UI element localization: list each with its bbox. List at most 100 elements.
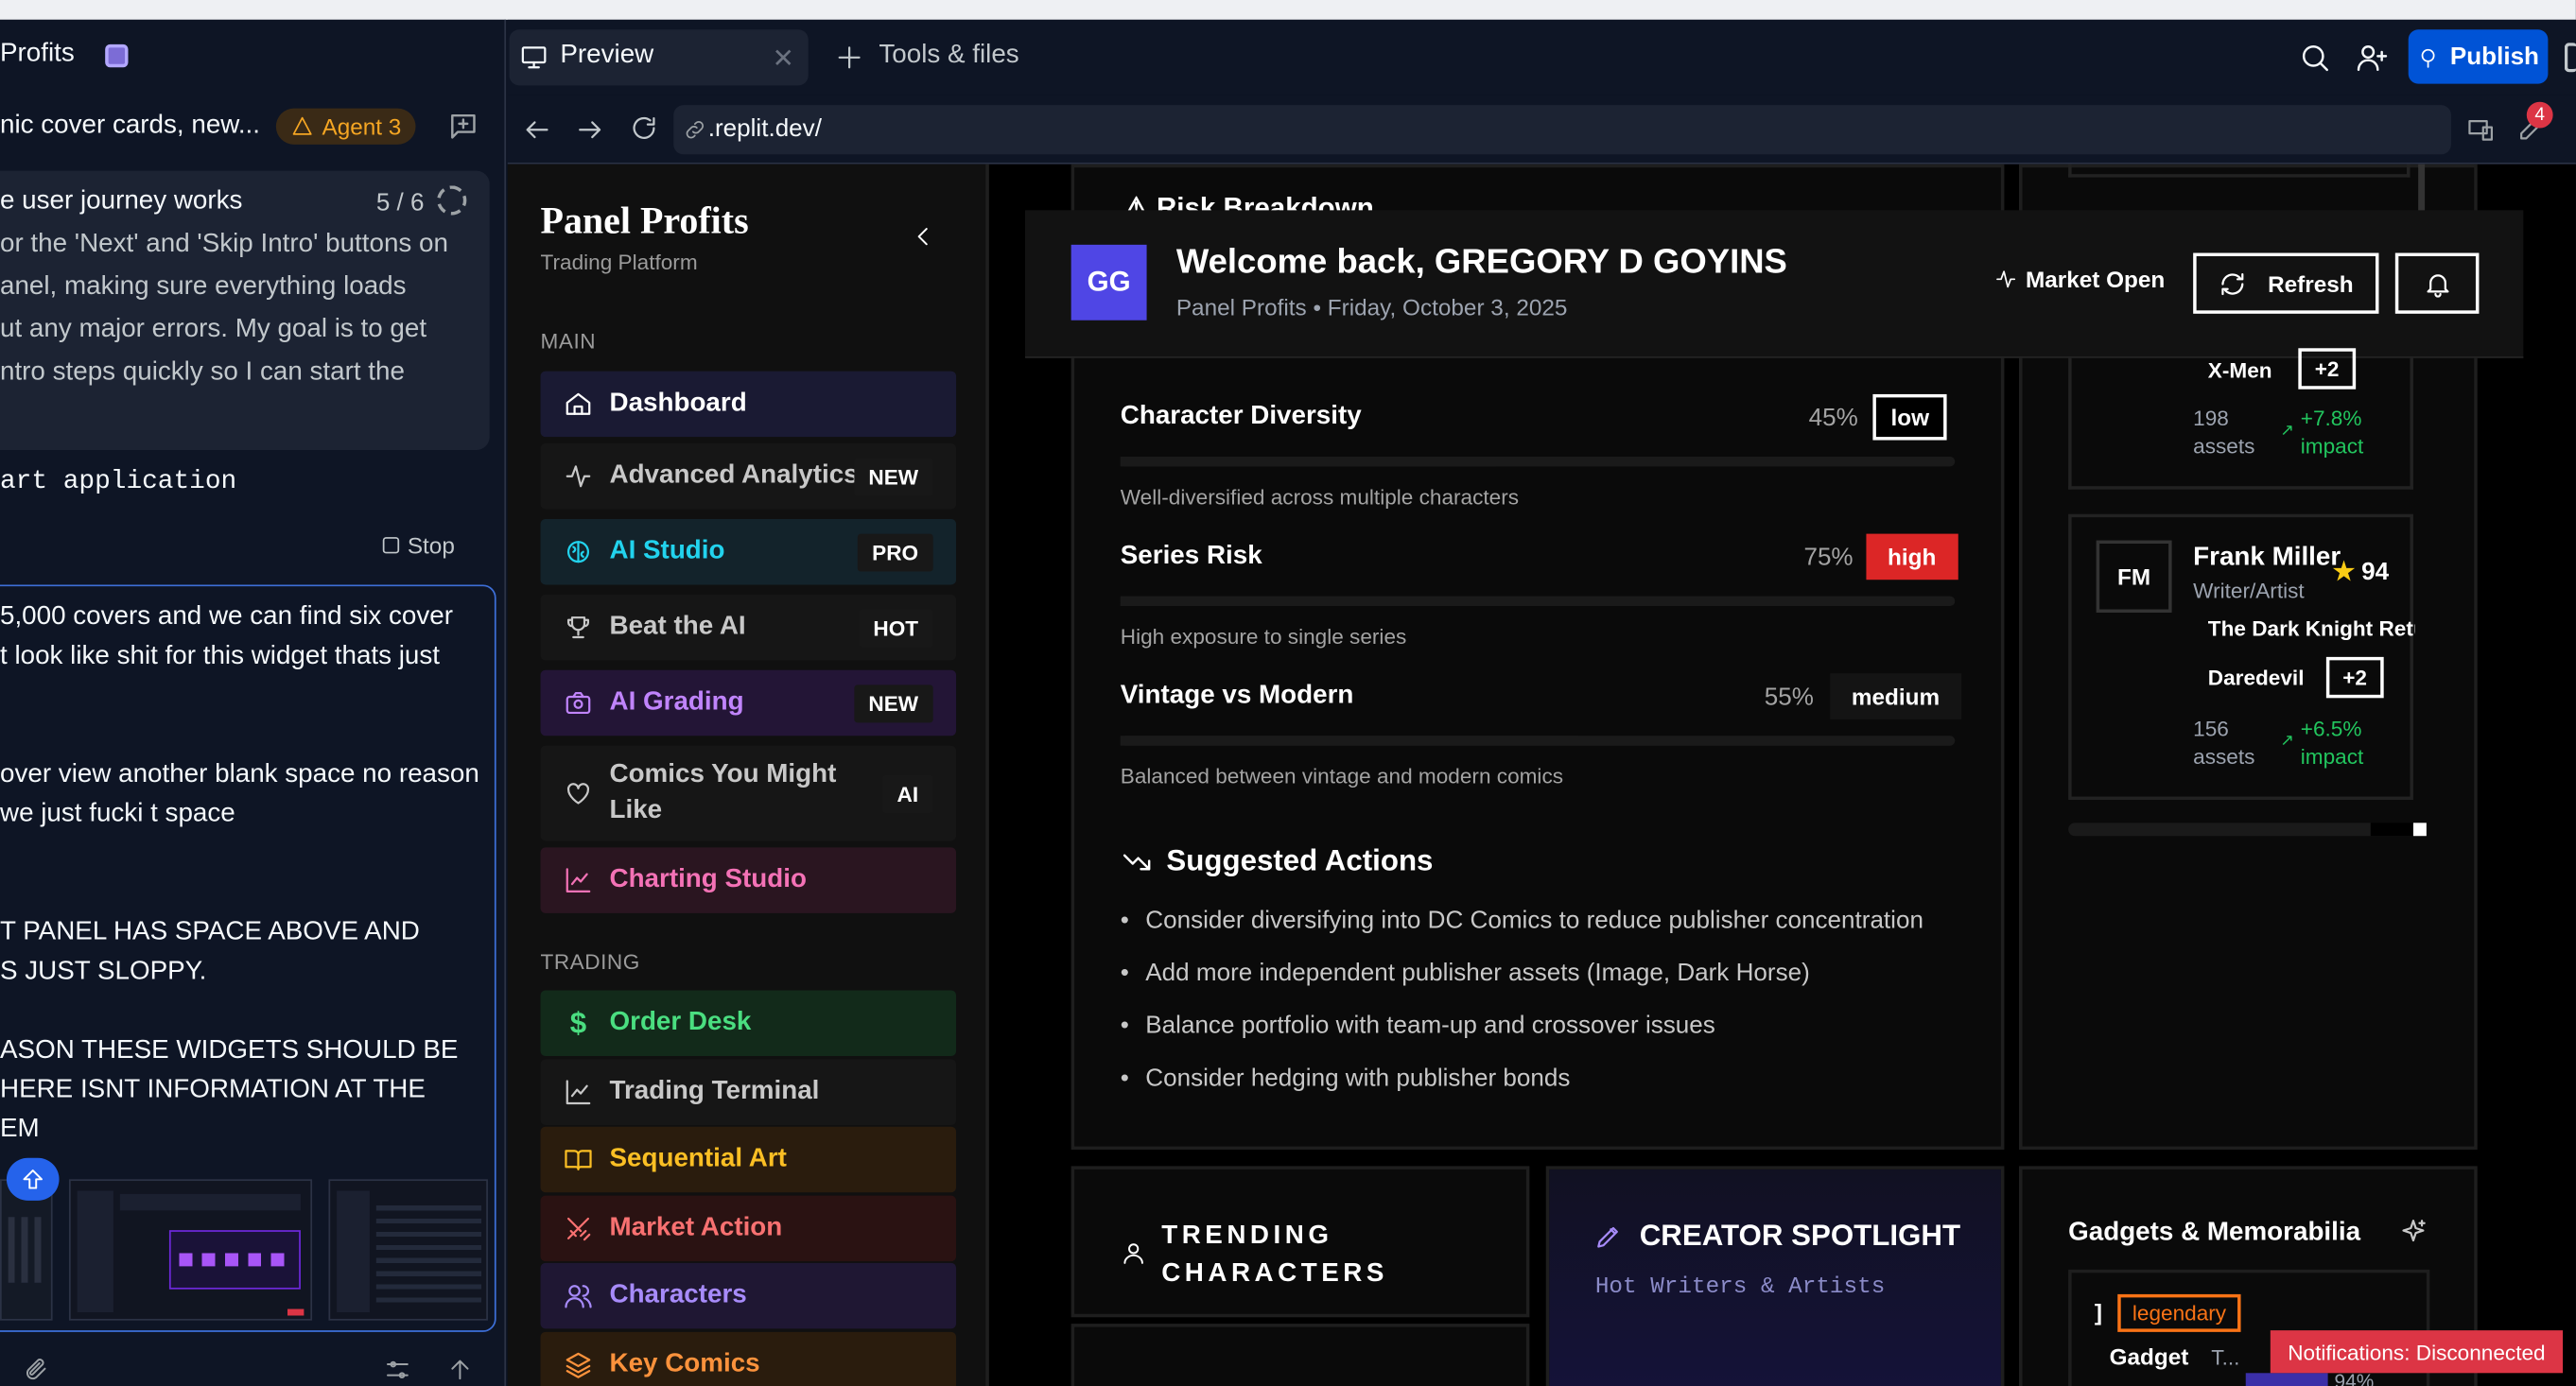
- collapse-sidebar-icon[interactable]: [910, 223, 936, 250]
- refresh-button[interactable]: Refresh: [2193, 252, 2379, 314]
- back-arrow-icon[interactable]: [522, 115, 551, 145]
- trend-up-icon: ↗: [2280, 422, 2294, 441]
- creator-score: ★ 94: [2333, 557, 2389, 586]
- sidebar-item-sequential-art[interactable]: Sequential Art: [540, 1126, 957, 1193]
- sidebar-item-comics-you-might-like[interactable]: Comics You Might Like AI: [540, 745, 957, 841]
- sidebar-item-ai-grading[interactable]: AI Grading NEW: [540, 669, 957, 736]
- attachment-thumbnail[interactable]: [68, 1179, 313, 1321]
- sidebar-item-ai-studio[interactable]: AI Studio PRO: [540, 518, 957, 585]
- sidebar-item-characters[interactable]: Characters: [540, 1262, 957, 1329]
- sidebar-item-label: Order Desk: [609, 1008, 752, 1037]
- sidebar-item-label: Advanced Analytics: [609, 461, 859, 490]
- close-tab-icon[interactable]: ✕: [772, 43, 793, 76]
- suggested-actions-list: • Consider diversifying into DC Comics to…: [1121, 907, 1992, 1117]
- gadget-score-bar: [2245, 1373, 2328, 1386]
- input-line: [0, 874, 486, 913]
- swords-icon: [566, 1217, 591, 1241]
- responsive-icon[interactable]: [2466, 115, 2496, 145]
- impact-label: impact: [2300, 433, 2364, 459]
- camera-icon: [566, 691, 591, 715]
- creator-name: Frank Miller: [2193, 544, 2341, 572]
- assets-number: 198: [2193, 406, 2229, 431]
- heart-icon: [566, 783, 590, 805]
- tab-preview[interactable]: [509, 29, 809, 86]
- url-field[interactable]: [673, 105, 2451, 155]
- risk-level-badge: high: [1866, 533, 1958, 580]
- pro-badge: PRO: [857, 532, 933, 571]
- sidebar-item-dashboard[interactable]: Dashboard: [540, 371, 957, 438]
- sidebar-item-charting-studio[interactable]: Charting Studio: [540, 847, 957, 913]
- risk-progress-track: [1120, 456, 1956, 467]
- scroll-up-icon[interactable]: [6, 1157, 60, 1201]
- input-line: [0, 992, 486, 1031]
- gadgets-title: Gadgets & Memorabilia: [2068, 1219, 2361, 1247]
- stop-icon: [382, 537, 400, 554]
- attachment-thumbnail[interactable]: [328, 1179, 488, 1321]
- list-item: • Consider hedging with publisher bonds: [1121, 1065, 1992, 1117]
- input-line: S JUST SLOPPY.: [0, 957, 207, 986]
- stop-button[interactable]: Stop: [382, 532, 455, 559]
- sidebar-item-label: AI Grading: [609, 687, 744, 717]
- new-thread-icon[interactable]: [447, 110, 480, 143]
- impact-value: ↗ +6.5% impact: [2280, 715, 2363, 771]
- more-series-chip[interactable]: +2: [2325, 656, 2384, 699]
- book-icon: [565, 1150, 592, 1170]
- refresh-icon: [2222, 272, 2245, 295]
- sidebar-item-key-comics[interactable]: Key Comics: [540, 1331, 957, 1386]
- reload-icon[interactable]: [629, 113, 658, 143]
- project-icon[interactable]: [105, 43, 129, 68]
- sidebar-item-label: Comics You Might Like: [609, 760, 837, 825]
- scroll-track: [2418, 164, 2426, 214]
- action-text: Consider diversifying into DC Comics to …: [1145, 906, 1923, 935]
- sidebar-item-market-action[interactable]: Market Action: [540, 1195, 957, 1262]
- sidebar-item-trading-terminal[interactable]: Trading Terminal: [540, 1059, 957, 1125]
- sidebar-item-label: Charting Studio: [609, 865, 807, 894]
- search-icon[interactable]: [2298, 41, 2331, 74]
- series-chip[interactable]: Daredevil: [2195, 660, 2318, 694]
- publish-button[interactable]: Publish: [2408, 29, 2549, 84]
- settings-sliders-icon[interactable]: [385, 1357, 411, 1383]
- creator-avatar: FM: [2096, 540, 2172, 613]
- devtools-badge: 4: [2526, 101, 2553, 129]
- task-description: or the 'Next' and 'Skip Intro' buttons o…: [0, 223, 486, 394]
- avatar[interactable]: GG: [1070, 244, 1147, 321]
- send-arrow-icon[interactable]: [447, 1357, 474, 1383]
- series-chip[interactable]: X-Men: [2195, 353, 2286, 387]
- loading-spinner-icon: [437, 185, 467, 216]
- impact-value: ↗ +7.8% impact: [2280, 404, 2363, 459]
- sidebar-item-label: Trading Terminal: [609, 1077, 820, 1106]
- sidebar-item-order-desk[interactable]: $ Order Desk: [540, 990, 957, 1057]
- thread-title[interactable]: nic cover cards, new...: [0, 112, 260, 141]
- hot-badge: HOT: [858, 608, 933, 647]
- agent-badge[interactable]: Agent 3: [275, 108, 416, 145]
- sidebar-item-advanced-analytics[interactable]: Advanced Analytics NEW: [540, 443, 957, 510]
- sidebar-item-beat-the-ai[interactable]: Beat the AI HOT: [540, 594, 957, 661]
- invite-user-icon[interactable]: [2356, 41, 2389, 74]
- horizontal-scrollbar[interactable]: [2068, 823, 2427, 837]
- risk-name: Vintage vs Modern: [1120, 681, 1354, 710]
- tab-preview-label: Preview: [560, 41, 654, 69]
- attach-file-icon[interactable]: [23, 1357, 49, 1383]
- activity-icon: [1996, 270, 2016, 288]
- notifications-button[interactable]: [2394, 252, 2480, 314]
- line-chart-icon: [566, 868, 591, 892]
- new-badge: NEW: [853, 684, 933, 722]
- forward-arrow-icon[interactable]: [575, 115, 604, 145]
- sparkle-icon[interactable]: [2398, 1217, 2428, 1246]
- chat-input-text[interactable]: 5,000 covers and we can find six cover t…: [0, 598, 486, 1150]
- plus-icon[interactable]: [834, 43, 863, 72]
- task-title[interactable]: e user journey works: [0, 187, 242, 217]
- refresh-label: Refresh: [2268, 269, 2354, 297]
- more-series-chip[interactable]: +2: [2298, 348, 2356, 390]
- gadget-more: T...: [2211, 1344, 2240, 1370]
- brand-tagline: Trading Platform: [540, 250, 698, 275]
- creator-score-value: 94: [2361, 557, 2390, 586]
- series-chip[interactable]: The Dark Knight Retu: [2195, 615, 2415, 644]
- trending-title-line: CHARACTERS: [1161, 1259, 1388, 1288]
- impact-label: impact: [2300, 743, 2364, 770]
- panel-toggle-icon[interactable]: [2564, 43, 2576, 73]
- sidebar-item-label: AI Studio: [609, 537, 725, 565]
- tab-tools-files[interactable]: Tools & files: [879, 41, 1018, 70]
- sidebar-item-label: Dashboard: [609, 389, 747, 418]
- monitor-icon: [519, 43, 548, 72]
